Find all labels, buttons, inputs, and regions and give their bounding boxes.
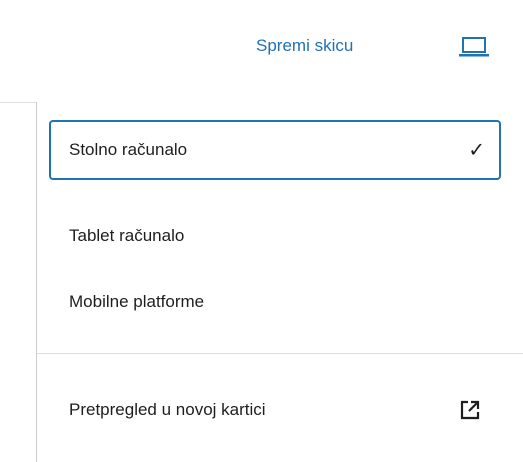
menu-item-label: Pretpregled u novoj kartici <box>69 400 266 419</box>
menu-item-mobile[interactable]: Mobilne platforme <box>49 272 501 332</box>
menu-item-tablet[interactable]: Tablet računalo <box>49 206 501 266</box>
menu-item-label: Stolno računalo <box>69 140 188 159</box>
menu-separator <box>37 353 523 354</box>
menu-item-desktop[interactable]: Stolno računalo ✓ <box>49 120 501 180</box>
preview-dropdown-menu: Stolno računalo ✓ Tablet računalo Mobiln… <box>36 102 523 462</box>
external-link-icon <box>460 400 480 420</box>
menu-item-label: Mobilne platforme <box>69 292 205 311</box>
save-draft-button[interactable]: Spremi skicu <box>256 34 353 58</box>
editor-toolbar: Spremi skicu <box>0 0 523 96</box>
menu-item-preview-new-tab[interactable]: Pretpregled u novoj kartici <box>49 380 501 440</box>
check-icon: ✓ <box>468 139 485 162</box>
preview-device-button[interactable] <box>454 30 494 64</box>
menu-item-label: Tablet računalo <box>69 226 185 245</box>
laptop-icon <box>459 37 489 57</box>
